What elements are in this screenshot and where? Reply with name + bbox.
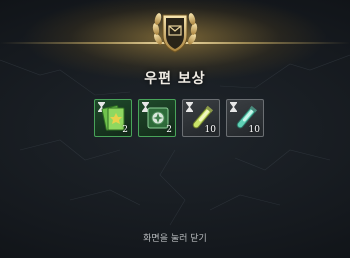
reward-slot[interactable]: 2: [138, 99, 176, 137]
reward-count: 2: [166, 125, 172, 135]
laurel-emblem-icon: [152, 13, 198, 53]
reward-slot[interactable]: 10: [226, 99, 264, 137]
popup-title: 우편 보상: [144, 71, 206, 87]
reward-slot[interactable]: 2: [94, 99, 132, 137]
close-hint: 화면을 눌러 닫기: [143, 234, 207, 244]
reward-list: 2 2 10 10: [94, 99, 264, 137]
reward-count: 10: [204, 125, 216, 135]
reward-count: 10: [248, 125, 260, 135]
reward-slot[interactable]: 10: [182, 99, 220, 137]
reward-count: 2: [122, 125, 128, 135]
